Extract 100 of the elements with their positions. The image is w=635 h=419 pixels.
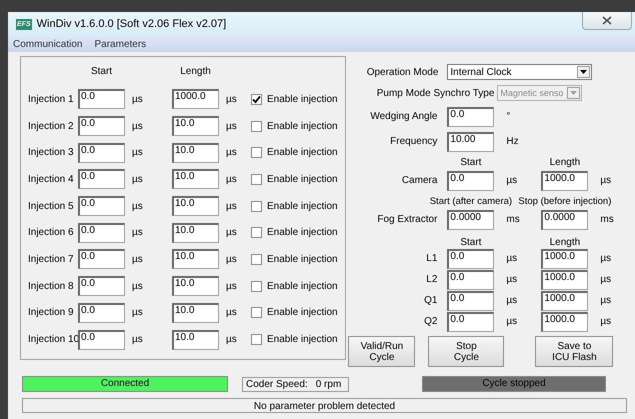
menu-item[interactable]: Parameters — [94, 38, 146, 50]
unit-label: µs — [225, 120, 238, 132]
field-label: Camera — [400, 175, 438, 186]
start-field[interactable]: 0.0 — [78, 249, 125, 270]
action-button[interactable]: Stop Cycle — [428, 336, 504, 367]
field-label: Q2 — [423, 316, 438, 327]
length-field[interactable]: 10.0 — [172, 249, 219, 270]
length-field[interactable]: 1000.0 — [541, 312, 588, 332]
close-button[interactable] — [582, 12, 632, 30]
checkbox-label: Enable injection — [266, 174, 339, 185]
unit-label: µs — [225, 200, 238, 212]
unit-label: µs — [131, 307, 144, 318]
checkbox[interactable] — [251, 120, 262, 132]
length-field[interactable]: 1000.0 — [541, 270, 588, 290]
field-label: Injection 5 — [28, 200, 75, 212]
length-field[interactable]: 10.0 — [172, 222, 219, 243]
field-label: Operation Mode — [366, 66, 440, 78]
menu-item[interactable]: Communication — [13, 38, 82, 50]
start-field[interactable]: 0.0 — [447, 270, 494, 290]
length-field[interactable]: 1000.0 — [541, 170, 588, 190]
field-label: L2 — [425, 274, 438, 285]
length-field[interactable]: 10.0 — [172, 142, 219, 163]
checkbox[interactable] — [251, 334, 262, 346]
checkbox[interactable] — [251, 94, 262, 105]
column-header: Start (after camera) — [428, 196, 514, 207]
length-field[interactable]: 1000.0 — [541, 290, 588, 310]
checkbox[interactable] — [251, 280, 262, 292]
field-label: Injection 1 — [28, 94, 75, 105]
unit-label: µs — [505, 253, 518, 264]
start-field[interactable]: 0.0 — [78, 276, 125, 296]
checkbox[interactable] — [251, 147, 262, 158]
coder-speed-value: 0 rpm — [316, 378, 342, 390]
start-field[interactable]: 0.0 — [78, 169, 125, 190]
column-header: Length — [179, 66, 212, 79]
start-field[interactable]: 0.0 — [78, 142, 125, 163]
input-field[interactable]: 0.0 — [447, 106, 494, 126]
start-field[interactable]: 0.0 — [78, 196, 125, 216]
checkbox-label: Enable injection — [266, 227, 339, 238]
field-label: Q1 — [423, 295, 438, 306]
unit-label: µs — [131, 94, 144, 105]
length-field[interactable]: 10.0 — [172, 276, 219, 296]
checkbox[interactable] — [251, 227, 262, 238]
length-field[interactable]: 10.0 — [172, 116, 219, 136]
column-header: Length — [548, 237, 582, 248]
dropdown[interactable]: Internal Clock — [447, 64, 592, 80]
input-field[interactable]: 10.00 — [447, 132, 494, 152]
checkbox[interactable] — [251, 200, 262, 212]
column-header: Start — [90, 66, 114, 79]
length-field[interactable]: 10.0 — [172, 302, 219, 323]
unit-label: ° — [505, 111, 512, 122]
start-field[interactable]: 0.0000 — [447, 210, 494, 230]
unit-label: µs — [225, 334, 238, 346]
unit-label: Hz — [505, 136, 520, 147]
status-message: No parameter problem detected — [22, 398, 627, 413]
checkbox-label: Enable injection — [266, 334, 339, 346]
field-label: Wedging Angle — [369, 111, 438, 122]
length-field[interactable]: 0.0000 — [541, 210, 588, 230]
start-field[interactable]: 0.0 — [447, 312, 494, 332]
action-button[interactable]: Valid/Run Cycle — [348, 336, 416, 367]
start-field[interactable]: 0.0 — [447, 170, 494, 190]
caret-icon — [570, 91, 578, 95]
column-header: Length — [548, 157, 582, 168]
checkbox[interactable] — [251, 307, 262, 318]
start-field[interactable]: 0.0 — [447, 290, 494, 310]
field-label: Injection 7 — [28, 254, 75, 265]
length-field[interactable]: 10.0 — [172, 196, 219, 216]
start-field[interactable]: 0.0 — [447, 248, 494, 268]
unit-label: µs — [131, 120, 144, 132]
length-field[interactable]: 1000.0 — [172, 89, 219, 110]
cycle-status: Cycle stopped — [422, 376, 606, 392]
length-field[interactable]: 10.0 — [172, 169, 219, 190]
unit-label: µs — [599, 175, 612, 186]
start-field[interactable]: 0.0 — [78, 89, 125, 110]
length-field[interactable]: 10.0 — [172, 330, 219, 350]
checkbox-label: Enable injection — [266, 200, 339, 212]
checkbox[interactable] — [251, 174, 262, 185]
start-field[interactable]: 0.0 — [78, 116, 125, 136]
unit-label: ms — [505, 214, 521, 225]
connection-status: Connected — [22, 376, 228, 392]
start-field[interactable]: 0.0 — [78, 330, 125, 350]
field-label: Fog Extractor — [376, 214, 438, 225]
field-label: Injection 4 — [28, 174, 75, 185]
unit-label: µs — [225, 94, 238, 105]
unit-label: µs — [225, 227, 238, 238]
field-label: Injection 3 — [28, 147, 75, 158]
unit-label: µs — [505, 175, 518, 186]
length-field[interactable]: 1000.0 — [541, 248, 588, 268]
action-button[interactable]: Save to ICU Flash — [535, 336, 614, 367]
checkbox-label: Enable injection — [266, 307, 339, 318]
unit-label: µs — [225, 147, 238, 158]
start-field[interactable]: 0.0 — [78, 222, 125, 243]
caret-icon — [580, 70, 588, 74]
unit-label: µs — [131, 254, 144, 265]
start-field[interactable]: 0.0 — [78, 302, 125, 323]
unit-label: µs — [225, 280, 238, 292]
unit-label: µs — [131, 227, 144, 238]
window-title: WinDiv v1.6.0.0 [Soft v2.06 Flex v2.07] — [36, 18, 228, 30]
column-header: Stop (before injection) — [517, 196, 612, 207]
checkbox[interactable] — [251, 254, 262, 265]
unit-label: µs — [131, 200, 144, 212]
